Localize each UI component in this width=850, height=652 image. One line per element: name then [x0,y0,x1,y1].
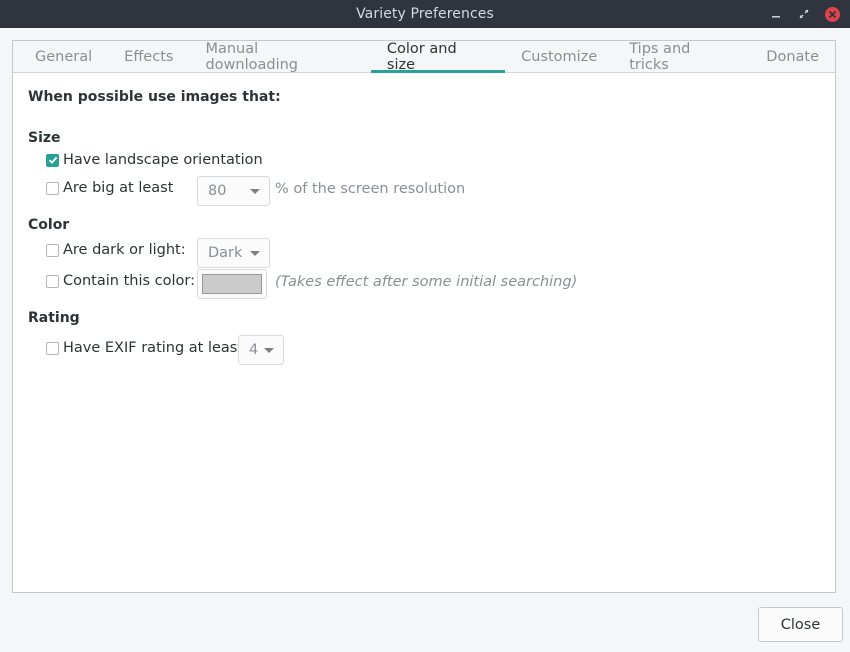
close-icon[interactable] [825,6,840,22]
rating-heading: Rating [28,310,80,326]
title-bar: Variety Preferences [0,0,850,28]
color-heading: Color [28,217,70,233]
chevron-down-icon [264,348,274,353]
tab-effects[interactable]: Effects [108,41,189,72]
big-checkbox[interactable] [46,181,59,195]
dark-light-combo[interactable]: Dark [197,238,270,268]
tab-donate[interactable]: Donate [750,41,835,72]
dark-light-option[interactable]: Are dark or light: [46,242,186,258]
tab-bar: General Effects Manual downloading Color… [13,41,835,73]
big-label: Are big at least [63,180,174,196]
contain-color-label: Contain this color: [63,273,195,289]
chevron-down-icon [250,189,260,194]
tab-customize[interactable]: Customize [505,41,613,72]
exif-option[interactable]: Have EXIF rating at least [46,340,243,356]
tab-tips-and-tricks[interactable]: Tips and tricks [613,41,750,73]
contain-color-checkbox[interactable] [46,274,59,288]
window-title: Variety Preferences [356,6,494,22]
chevron-down-icon [250,251,260,256]
size-heading: Size [28,130,61,146]
window-controls [769,0,840,28]
resolution-suffix: % of the screen resolution [275,181,466,197]
tab-general[interactable]: General [19,41,108,72]
landscape-checkbox[interactable] [46,153,59,167]
exif-rating-value: 4 [249,342,259,358]
resolution-percent-combo[interactable]: 80 [197,176,270,206]
tab-color-and-size[interactable]: Color and size [370,41,506,73]
preferences-notebook: General Effects Manual downloading Color… [12,40,836,593]
landscape-label: Have landscape orientation [63,152,263,168]
color-note: (Takes effect after some initial searchi… [275,274,578,290]
exif-checkbox[interactable] [46,341,59,355]
dark-light-value: Dark [208,245,243,261]
tab-manual-downloading[interactable]: Manual downloading [189,41,370,73]
minimize-icon[interactable] [769,7,783,21]
big-option[interactable]: Are big at least [46,180,173,196]
maximize-icon[interactable] [797,7,811,21]
intro-heading: When possible use images that: [28,89,281,105]
exif-rating-combo[interactable]: 4 [238,335,284,365]
color-picker-button[interactable] [197,269,267,299]
contain-color-option[interactable]: Contain this color: [46,273,195,289]
resolution-percent-value: 80 [208,183,227,199]
exif-label: Have EXIF rating at least [63,340,244,356]
color-swatch [202,274,262,294]
dark-light-label: Are dark or light: [63,242,186,258]
dark-light-checkbox[interactable] [46,243,59,257]
close-button[interactable]: Close [758,607,843,642]
landscape-option[interactable]: Have landscape orientation [46,152,263,168]
